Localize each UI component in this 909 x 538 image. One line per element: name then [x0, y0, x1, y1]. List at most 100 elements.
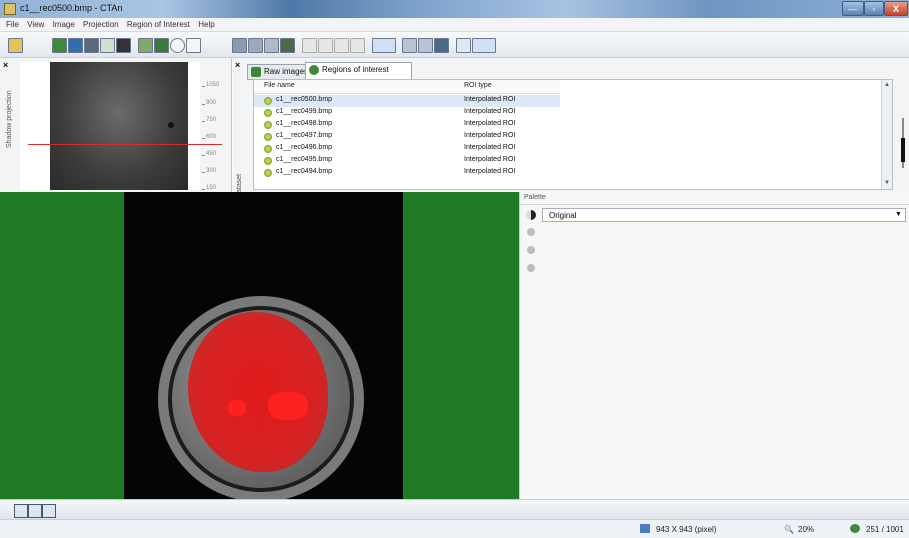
zoom-dropdown-icon[interactable] [472, 38, 496, 53]
roi-file-icon [264, 133, 272, 141]
list-item[interactable]: c1__rec0498.bmp Interpolated ROI [254, 119, 560, 131]
axis-tick: 750 [201, 117, 217, 123]
axis-tick: 450 [201, 151, 217, 157]
image-size-icon [640, 524, 650, 533]
roi-shape-dropdown-icon[interactable] [372, 38, 396, 53]
menu-file[interactable]: File [6, 18, 19, 32]
roi-icon[interactable] [154, 38, 169, 53]
menu-help[interactable]: Help [198, 18, 214, 32]
view-split-icon[interactable] [28, 504, 42, 518]
raw-images-icon [251, 67, 261, 77]
contrast-icon[interactable] [527, 228, 535, 236]
divider [520, 204, 909, 205]
menu-region-of-interest[interactable]: Region of Interest [127, 18, 190, 32]
app-icon [4, 3, 16, 15]
menu-view[interactable]: View [27, 18, 44, 32]
view-thumbnail-icon[interactable] [42, 504, 56, 518]
dataset-panel: × Dataset Raw images Regions of interest… [233, 58, 909, 198]
tab-regions-of-interest[interactable]: Regions of interest [305, 62, 412, 80]
list-scrollbar[interactable]: ▲ ▼ [881, 80, 892, 189]
paste-roi-icon[interactable] [334, 38, 349, 53]
copy-icon[interactable] [264, 38, 279, 53]
slice-position-line[interactable] [28, 144, 222, 145]
roi-file-list: File name ROI type c1__rec0500.bmp Inter… [253, 79, 893, 190]
gamma-icon[interactable] [527, 264, 535, 272]
roi-icon [309, 65, 319, 75]
roi-file-icon [264, 145, 272, 153]
zoom-icon: 🔍 [784, 525, 794, 534]
roi-type: Interpolated ROI [464, 156, 516, 163]
column-file-name[interactable]: File name [264, 82, 295, 89]
list-item[interactable]: c1__rec0494.bmp Interpolated ROI [254, 167, 560, 179]
slice-icon [850, 524, 860, 533]
file-name: c1__rec0496.bmp [276, 144, 333, 151]
copy-roi-icon[interactable] [318, 38, 333, 53]
cross-section-view[interactable] [0, 192, 519, 499]
file-name: c1__rec0498.bmp [276, 120, 333, 127]
hand-icon[interactable] [170, 38, 185, 53]
roi-type: Interpolated ROI [464, 132, 516, 139]
pointer-icon[interactable] [186, 38, 201, 53]
toolbar [0, 32, 909, 58]
measure-icon[interactable] [138, 38, 153, 53]
print-icon[interactable] [434, 38, 449, 53]
shadow-projection-tab[interactable]: Shadow projection [6, 90, 13, 148]
palette-select[interactable]: Original ▼ [542, 208, 906, 222]
grid-icon[interactable] [402, 38, 417, 53]
tab-label: Raw images [264, 67, 309, 76]
minimize-button[interactable]: — [842, 1, 864, 16]
raw-image-icon[interactable] [52, 38, 67, 53]
scroll-up-icon[interactable]: ▲ [884, 82, 890, 88]
axis-tick: 600 [201, 134, 217, 140]
roi-file-icon [264, 121, 272, 129]
axis-tick: 1050 [201, 82, 220, 88]
close-button[interactable]: X [884, 1, 908, 16]
custom-processing-icon[interactable] [116, 38, 131, 53]
layers-icon[interactable] [418, 38, 433, 53]
delete-roi-icon[interactable] [350, 38, 365, 53]
shadow-projection-image[interactable] [20, 62, 222, 190]
list-item[interactable]: c1__rec0496.bmp Interpolated ROI [254, 143, 560, 155]
roi-highlight [228, 400, 246, 416]
close-panel-icon[interactable]: × [235, 60, 240, 70]
window-title: c1__rec0500.bmp - CTAn [20, 3, 123, 13]
zoom-level: 20% [798, 525, 815, 534]
column-roi-type[interactable]: ROI type [464, 82, 492, 89]
menu-image[interactable]: Image [53, 18, 75, 32]
menu-bar: File View Image Projection Region of Int… [0, 18, 909, 32]
zoom-fit-icon[interactable] [456, 38, 471, 53]
file-name: c1__rec0500.bmp [276, 96, 333, 103]
open-folder-icon[interactable] [8, 38, 23, 53]
file-name: c1__rec0494.bmp [276, 168, 333, 175]
morphology-icon[interactable] [84, 38, 99, 53]
close-panel-icon[interactable]: × [3, 60, 8, 70]
list-item[interactable]: c1__rec0495.bmp Interpolated ROI [254, 155, 560, 167]
list-item[interactable]: c1__rec0499.bmp Interpolated ROI [254, 107, 560, 119]
slice-counter: 251 / 1001 [866, 525, 904, 534]
save-icon[interactable] [232, 38, 247, 53]
scroll-down-icon[interactable]: ▼ [884, 180, 890, 186]
slider-thumb[interactable] [901, 138, 905, 162]
palette-icon[interactable] [526, 210, 536, 220]
slice-slider[interactable] [898, 118, 908, 168]
chevron-down-icon[interactable]: ▼ [895, 211, 902, 218]
list-item[interactable]: c1__rec0497.bmp Interpolated ROI [254, 131, 560, 143]
save-all-icon[interactable] [248, 38, 263, 53]
brightness-icon[interactable] [527, 246, 535, 254]
cut-icon[interactable] [302, 38, 317, 53]
analysis-icon[interactable] [100, 38, 115, 53]
menu-projection[interactable]: Projection [83, 18, 119, 32]
axis-tick: 300 [201, 168, 217, 174]
shadow-projection-panel: × Shadow projection pixel 1050 900 750 6… [0, 58, 420, 192]
bottom-toolbar [0, 499, 909, 519]
palette-panel: Palette Original ▼ [519, 192, 909, 499]
list-item[interactable]: c1__rec0500.bmp Interpolated ROI [254, 95, 560, 107]
play-arrow-icon[interactable] [26, 38, 34, 51]
paste-icon[interactable] [280, 38, 295, 53]
view-single-icon[interactable] [14, 504, 28, 518]
palette-title: Palette [524, 194, 546, 201]
axis-tick: 900 [201, 100, 217, 106]
roi-type: Interpolated ROI [464, 120, 516, 127]
maximize-button[interactable]: ▫ [864, 1, 884, 16]
binary-icon[interactable] [68, 38, 83, 53]
